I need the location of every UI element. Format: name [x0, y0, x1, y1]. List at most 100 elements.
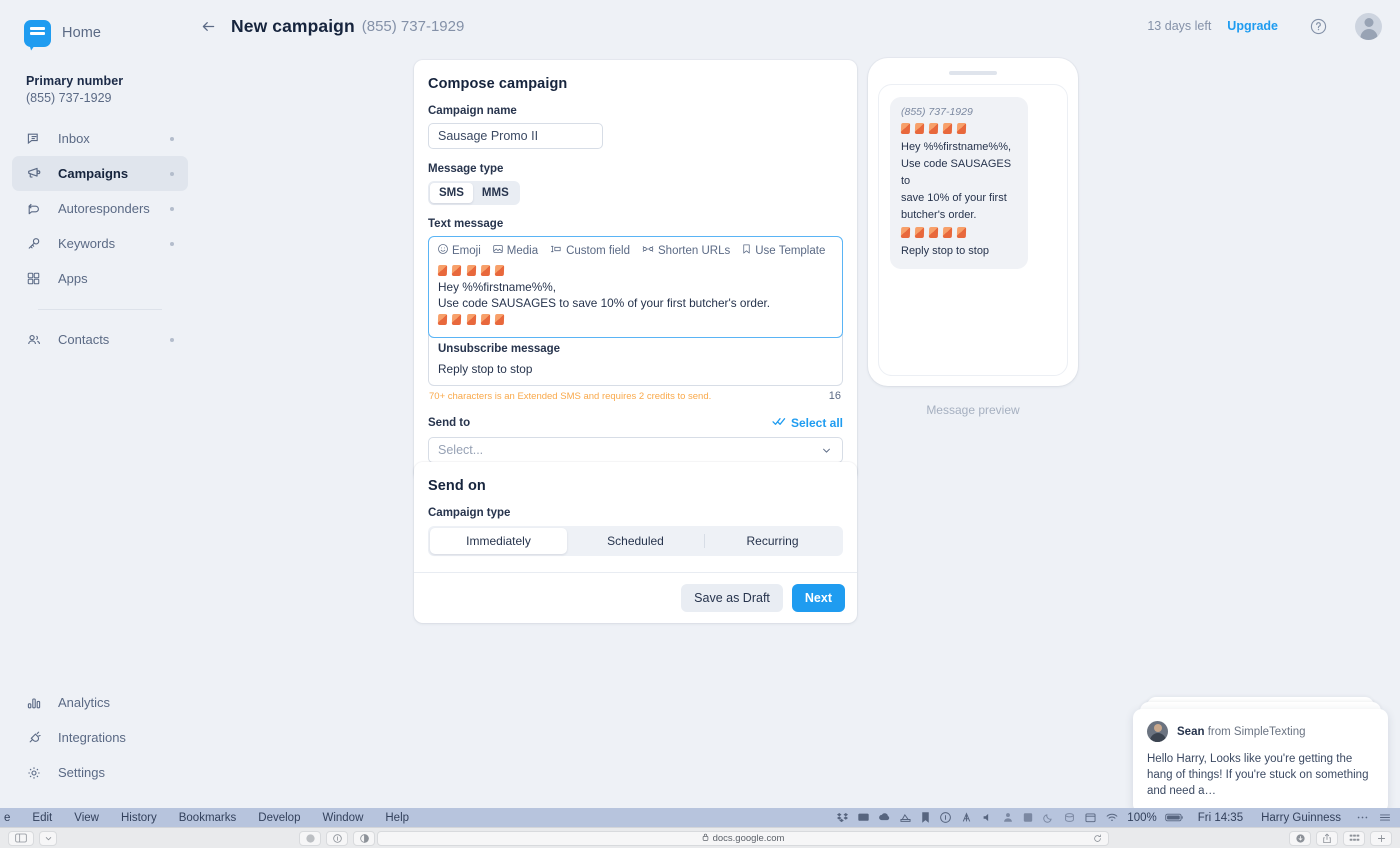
browser-url-text: docs.google.com [712, 832, 785, 844]
emoji-tool-button[interactable]: Emoji [437, 243, 481, 258]
message-type-mms-button[interactable]: MMS [473, 183, 518, 203]
preview-message-bubble: (855) 737-1929 Hey %%firstname%%, Use co… [890, 97, 1028, 269]
calendar-icon[interactable] [1084, 811, 1097, 824]
new-tab-icon[interactable] [1370, 830, 1392, 846]
primary-number-value: (855) 737-1929 [26, 91, 112, 105]
campaign-type-recurring-button[interactable]: Recurring [704, 528, 841, 554]
send-on-card: Send on Campaign type Immediately Schedu… [414, 462, 857, 623]
campaign-name-input[interactable]: Sausage Promo II [428, 123, 603, 149]
download-icon[interactable] [1289, 830, 1311, 846]
campaign-type-immediately-button[interactable]: Immediately [430, 528, 567, 554]
phone-mockup: (855) 737-1929 Hey %%firstname%%, Use co… [868, 58, 1078, 386]
use-template-tool-button[interactable]: Use Template [741, 243, 825, 258]
message-editor-focused-area[interactable]: Emoji Media Custom field Shorten URLs Us… [428, 236, 843, 338]
chat-message-card[interactable]: Sean from SimpleTexting Hello Harry, Loo… [1133, 709, 1388, 813]
sidebar-item-apps[interactable]: Apps [12, 261, 188, 296]
bar-chart-icon [26, 695, 48, 711]
sidebar-item-settings[interactable]: Settings [12, 755, 188, 790]
compose-campaign-card: Compose campaign Campaign name Sausage P… [414, 60, 857, 481]
sausage-emoji [957, 123, 967, 134]
sidebar-item-integrations[interactable]: Integrations [12, 720, 188, 755]
select-all-button[interactable]: Select all [772, 416, 843, 430]
question-circle-icon[interactable] [1309, 17, 1328, 36]
sidebar-item-analytics[interactable]: Analytics [12, 685, 188, 720]
extension-globe-icon[interactable] [299, 830, 321, 846]
volume-icon[interactable] [981, 811, 994, 824]
message-line-2: Use code SAUSAGES to save 10% of your fi… [438, 295, 771, 310]
menu-item-edit[interactable]: Edit [21, 812, 63, 824]
sidebar-item-inbox[interactable]: Inbox [12, 121, 188, 156]
custom-field-tool-button[interactable]: Custom field [549, 243, 630, 258]
message-emoji-row-top [437, 262, 833, 280]
double-check-icon [772, 416, 786, 430]
support-chat-widget[interactable]: Sean from SimpleTexting Hello Harry, Loo… [1133, 697, 1388, 813]
extension-circle-icon[interactable] [326, 830, 348, 846]
cloud-icon[interactable] [878, 811, 891, 824]
gear-icon [26, 765, 48, 781]
moon-icon[interactable] [1042, 811, 1055, 824]
info-circle-icon[interactable] [939, 811, 952, 824]
sausage-emoji [914, 227, 925, 238]
menubar-username[interactable]: Harry Guinness [1261, 812, 1341, 824]
sidebar-item-label: Campaigns [58, 166, 129, 181]
ellipsis-icon[interactable] [1355, 811, 1370, 824]
menubar-clock[interactable]: Fri 14:35 [1198, 812, 1243, 824]
control-center-icon[interactable] [1378, 811, 1392, 824]
tab-overview-icon[interactable] [1343, 830, 1365, 846]
campaign-name-value: Sausage Promo II [438, 129, 539, 143]
sidebar-item-contacts[interactable]: Contacts [12, 322, 188, 357]
user-icon[interactable] [1002, 811, 1014, 824]
bookmark-icon [741, 243, 752, 258]
menu-item-help[interactable]: Help [374, 812, 420, 824]
browser-url-bar[interactable]: docs.google.com [377, 830, 1109, 846]
menu-item-view[interactable]: View [63, 812, 110, 824]
antenna-icon[interactable] [960, 811, 973, 824]
upgrade-link[interactable]: Upgrade [1227, 19, 1278, 33]
share-icon[interactable] [1316, 830, 1338, 846]
browser-extension-buttons [299, 830, 375, 846]
preview-message-text: Hey %%firstname%%, Use code SAUSAGES to … [900, 120, 1017, 260]
wifi-icon[interactable] [1105, 811, 1119, 824]
menu-item-develop[interactable]: Develop [247, 812, 311, 824]
sidebar-item-label: Autoresponders [58, 201, 150, 216]
display-icon[interactable] [857, 811, 870, 824]
menu-item-apple[interactable]: e [0, 812, 21, 824]
sausage-emoji [900, 227, 911, 238]
unsubscribe-value: Reply stop to stop [438, 362, 533, 376]
unsubscribe-section: Unsubscribe message Reply stop to stop [428, 334, 843, 386]
scanner-icon[interactable] [899, 811, 912, 824]
sidebar-toggle-button[interactable] [8, 830, 34, 846]
send-to-select[interactable]: Select... [428, 437, 843, 463]
reload-icon[interactable] [1093, 834, 1102, 843]
dropbox-icon[interactable] [836, 811, 849, 824]
home-link[interactable]: Home [0, 0, 200, 52]
sausage-emoji [494, 314, 505, 325]
menu-item-bookmarks[interactable]: Bookmarks [168, 812, 248, 824]
top-bar: New campaign (855) 737-1929 13 days left… [200, 0, 1400, 52]
user-avatar[interactable] [1355, 12, 1382, 40]
sidebar-item-autoresponders[interactable]: Autoresponders [12, 191, 188, 226]
shorten-urls-tool-button[interactable]: Shorten URLs [641, 243, 730, 258]
message-text-content[interactable]: Hey %%firstname%%, Use code SAUSAGES to … [429, 260, 842, 337]
top-bar-right: 13 days left Upgrade [1147, 12, 1400, 40]
save-as-draft-button[interactable]: Save as Draft [681, 584, 783, 612]
extended-sms-warning: 70+ characters is an Extended SMS and re… [429, 391, 712, 402]
media-tool-label: Media [506, 244, 539, 257]
extension-contrast-icon[interactable] [353, 830, 375, 846]
battery-icon[interactable] [1164, 812, 1184, 823]
sidebar-chevron-button[interactable] [39, 830, 57, 846]
next-button[interactable]: Next [791, 584, 845, 612]
sidebar-item-campaigns[interactable]: Campaigns [12, 156, 188, 191]
status-dot [170, 337, 174, 342]
sidebar-item-keywords[interactable]: Keywords [12, 226, 188, 261]
bookmark-icon[interactable] [920, 811, 931, 824]
phone-screen: (855) 737-1929 Hey %%firstname%%, Use co… [878, 84, 1068, 376]
database-icon[interactable] [1063, 811, 1076, 824]
sublime-icon[interactable] [1022, 811, 1034, 824]
media-tool-button[interactable]: Media [492, 243, 538, 258]
campaign-type-scheduled-button[interactable]: Scheduled [567, 528, 704, 554]
arrow-left-icon[interactable] [200, 18, 217, 35]
message-type-sms-button[interactable]: SMS [430, 183, 473, 203]
menu-item-window[interactable]: Window [311, 812, 374, 824]
menu-item-history[interactable]: History [110, 812, 168, 824]
